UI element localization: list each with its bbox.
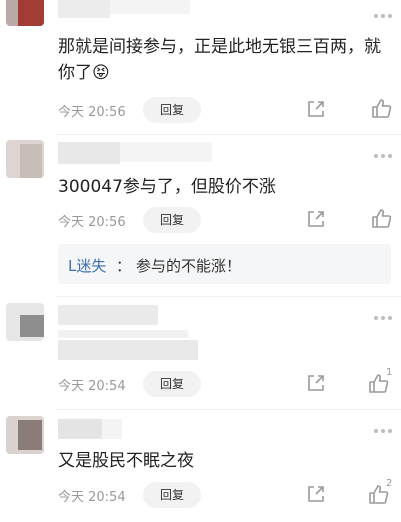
reply-button[interactable]: 回复: [143, 482, 201, 508]
username-blurred: [120, 142, 212, 162]
divider: [56, 296, 401, 297]
username-blurred: [58, 0, 110, 18]
sub-reply-colon: ：: [116, 257, 132, 275]
username-blurred: [58, 142, 120, 164]
username-blurred: [110, 0, 190, 14]
comment-time: 今天 20:54: [58, 490, 126, 505]
comment-time: 今天 20:56: [58, 215, 126, 230]
comment-time: 今天 20:54: [58, 379, 126, 394]
reply-button[interactable]: 回复: [143, 371, 201, 397]
comment-text: 300047参与了，但股价不涨: [58, 177, 276, 197]
username-blurred: [102, 419, 122, 439]
divider: [56, 409, 401, 410]
avatar[interactable]: [6, 0, 44, 26]
avatar[interactable]: [6, 140, 44, 178]
more-icon[interactable]: [374, 154, 394, 160]
comment-time: 今天 20:56: [58, 105, 126, 120]
username-blurred: [58, 305, 158, 325]
avatar[interactable]: [6, 416, 44, 454]
share-icon[interactable]: [306, 484, 326, 504]
like-count: 1: [386, 367, 393, 378]
divider: [56, 134, 401, 135]
sub-reply[interactable]: L迷失 ： 参与的不能涨！: [58, 244, 391, 284]
comment-text: 那就是间接参与，正是此地无银三百两，就你了😝: [58, 37, 381, 83]
more-icon[interactable]: [374, 429, 394, 435]
share-icon[interactable]: [306, 209, 326, 229]
thumbs-up-icon[interactable]: [371, 98, 392, 119]
share-icon[interactable]: [306, 373, 326, 393]
more-icon[interactable]: [374, 14, 394, 20]
more-icon[interactable]: [374, 316, 394, 322]
share-icon[interactable]: [306, 99, 326, 119]
reply-button[interactable]: 回复: [143, 97, 201, 123]
username-blurred: [58, 419, 102, 439]
sub-reply-user[interactable]: L迷失: [68, 255, 106, 276]
avatar[interactable]: [6, 303, 44, 341]
like-count: 2: [386, 478, 393, 489]
reply-button[interactable]: 回复: [143, 207, 201, 233]
comment-text: 又是股民不眠之夜: [58, 451, 194, 471]
thumbs-up-icon[interactable]: [371, 208, 392, 229]
comment-text-blurred: [58, 340, 198, 360]
comment-text-blurred: [58, 330, 188, 338]
sub-reply-text: 参与的不能涨！: [136, 257, 242, 275]
grinning-tongue-emoji: 😝: [92, 63, 110, 83]
